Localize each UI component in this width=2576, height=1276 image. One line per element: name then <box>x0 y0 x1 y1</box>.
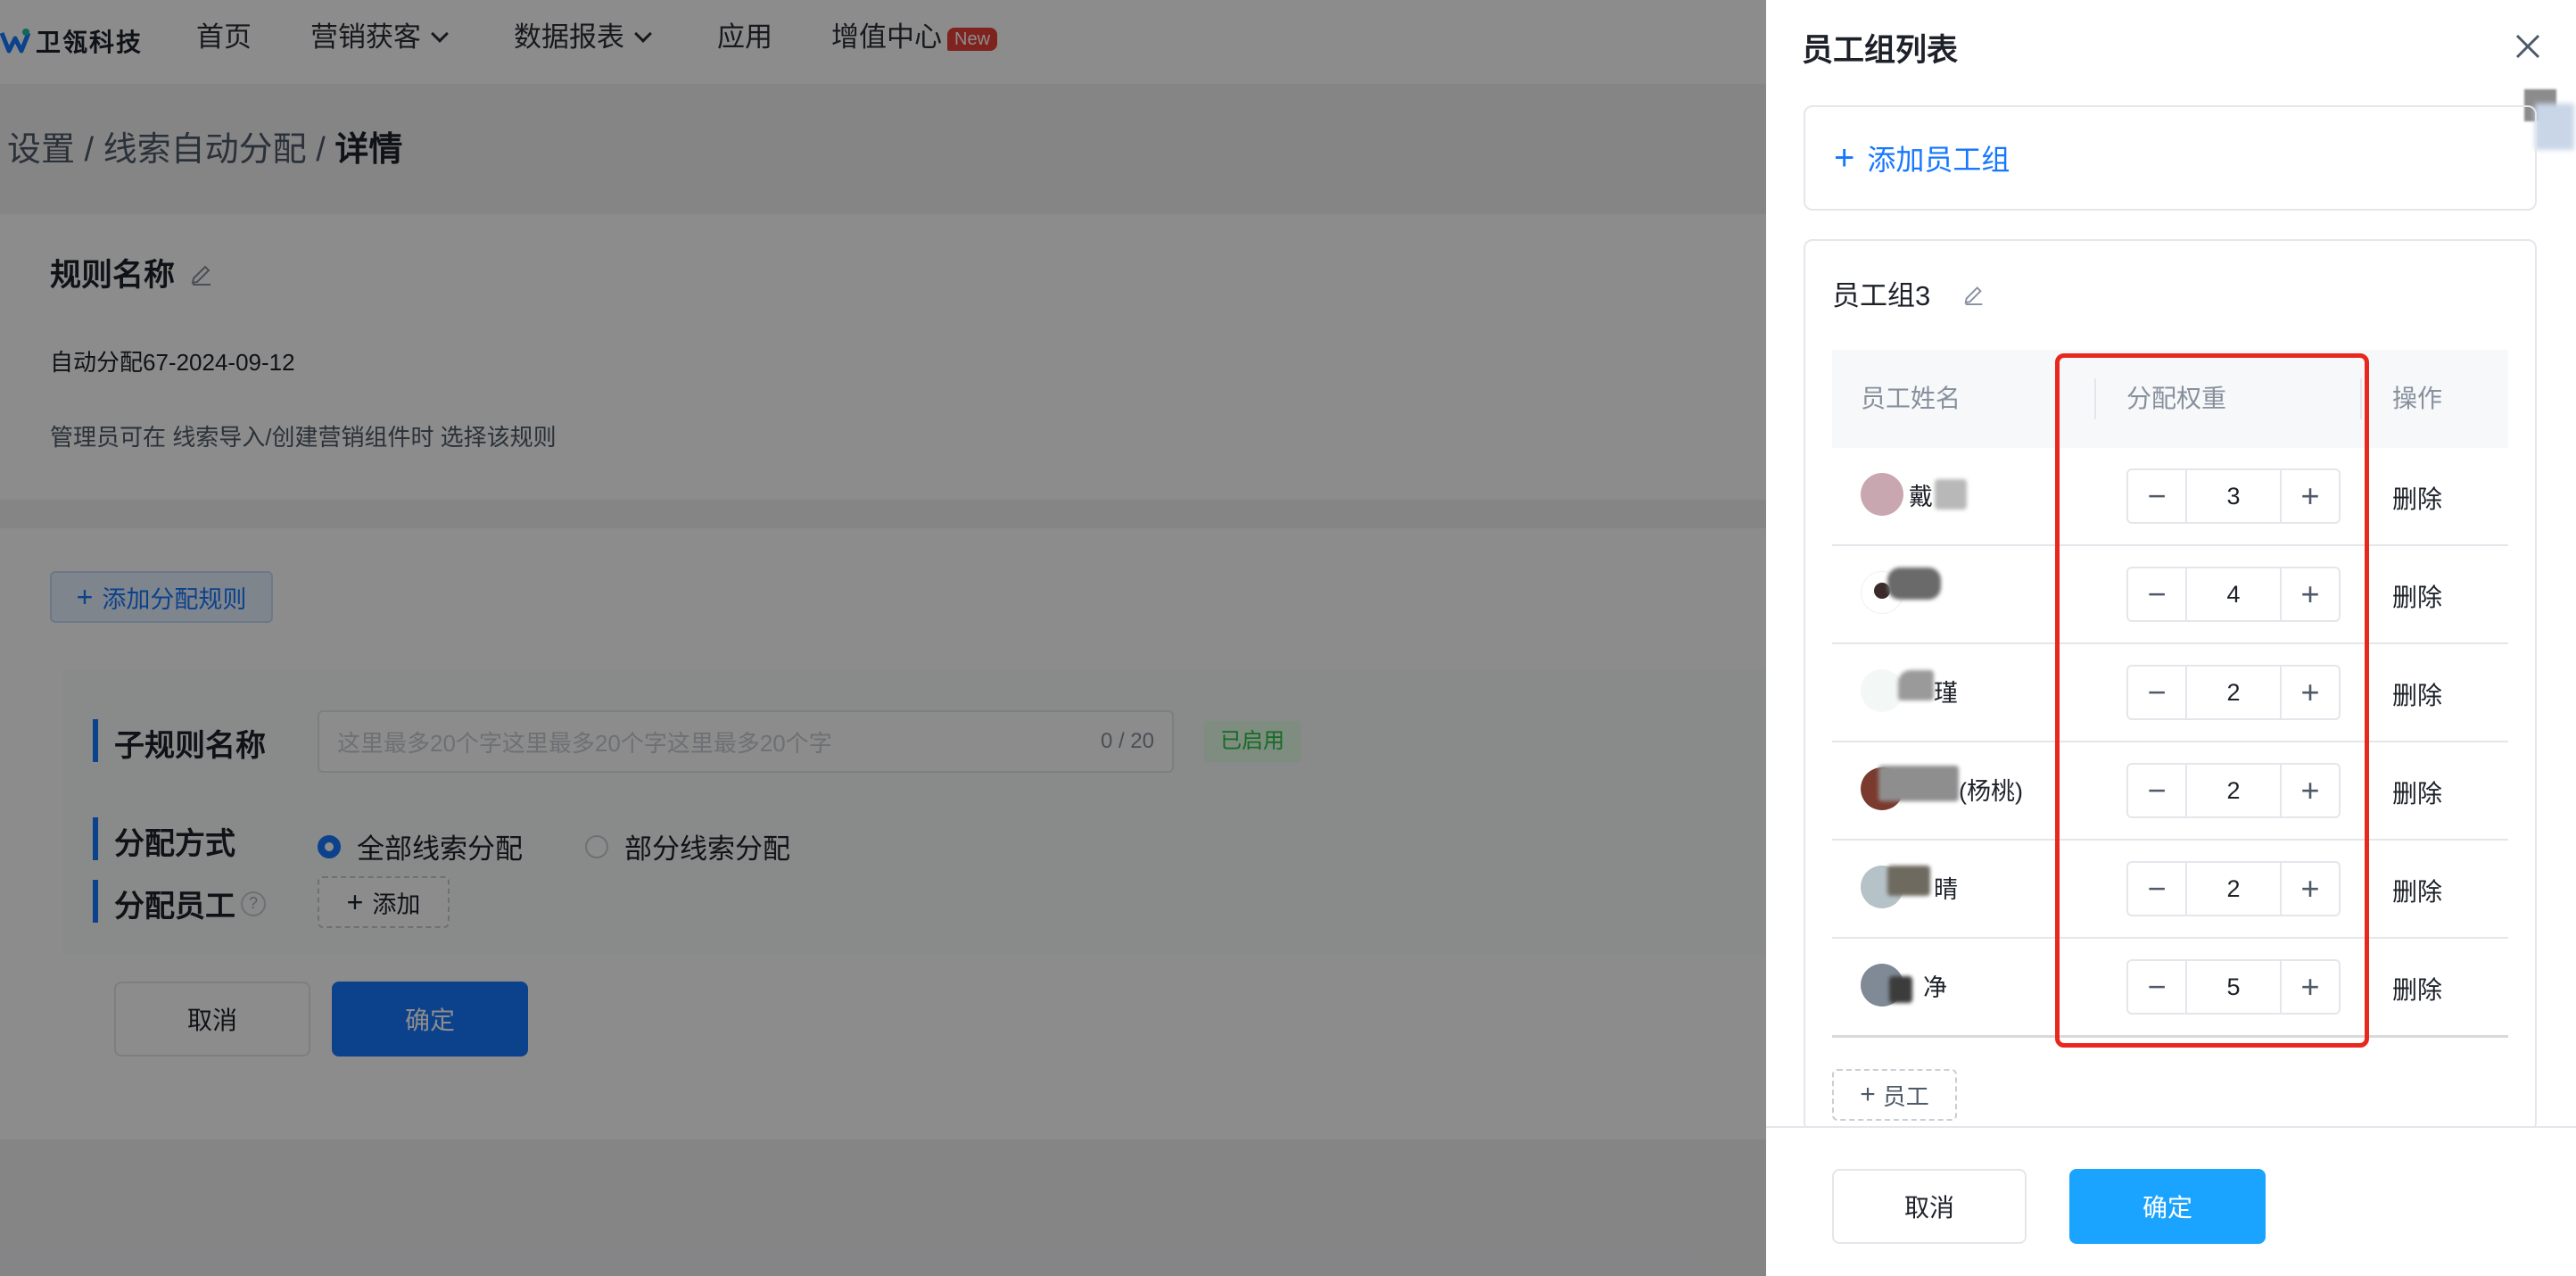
plus-icon: + <box>1834 137 1855 178</box>
group-title: 员工组3 <box>1832 273 1986 313</box>
close-icon[interactable] <box>2508 27 2547 66</box>
employee-name: 净 <box>1923 974 1947 1001</box>
add-employee-button[interactable]: + 员工 <box>1832 1069 1957 1121</box>
employee-cell: (杨桃) <box>1861 766 2023 810</box>
delete-link[interactable]: 删除 <box>2392 775 2442 810</box>
delete-link[interactable]: 删除 <box>2392 971 2442 1007</box>
avatar <box>1861 473 1903 516</box>
modal-overlay[interactable] <box>0 0 1766 1276</box>
employee-cell: 净 <box>1861 964 1947 1007</box>
delete-link[interactable]: 删除 <box>2392 873 2442 908</box>
add-group-button[interactable]: + 添加员工组 <box>1804 105 2537 211</box>
delete-link[interactable]: 删除 <box>2392 676 2442 712</box>
weight-column-highlight <box>2055 353 2369 1048</box>
employee-cell: 晴 <box>1861 866 1958 908</box>
employee-name: 戴 <box>1909 483 1933 510</box>
blurred-name <box>1889 976 1912 1003</box>
blurred-name <box>1887 568 1941 600</box>
delete-link[interactable]: 删除 <box>2392 480 2442 516</box>
employee-name: 晴 <box>1934 875 1958 903</box>
drawer-cancel-button[interactable]: 取消 <box>1832 1169 2027 1244</box>
column-header-name: 员工姓名 <box>1861 385 1961 412</box>
blurred-name <box>1935 479 1967 510</box>
drawer-confirm-button[interactable]: 确定 <box>2069 1169 2266 1244</box>
blurred-name <box>1898 670 1934 700</box>
plus-icon: + <box>1860 1080 1876 1109</box>
employee-name: 瑾 <box>1934 679 1958 707</box>
blurred-name <box>1887 866 1930 896</box>
column-header-action: 操作 <box>2392 385 2443 412</box>
employee-cell: 戴 <box>1861 473 1967 516</box>
blurred-fragment <box>2535 104 2574 150</box>
employee-name: (杨桃) <box>1959 777 2023 805</box>
employee-cell: 瑾 <box>1861 669 1958 712</box>
avatar <box>1861 669 1903 712</box>
employee-cell <box>1861 568 1941 614</box>
blurred-name <box>1878 766 1959 801</box>
edit-icon[interactable] <box>1962 282 1986 305</box>
drawer-title: 员工组列表 <box>1802 33 1959 68</box>
delete-link[interactable]: 删除 <box>2392 578 2442 614</box>
